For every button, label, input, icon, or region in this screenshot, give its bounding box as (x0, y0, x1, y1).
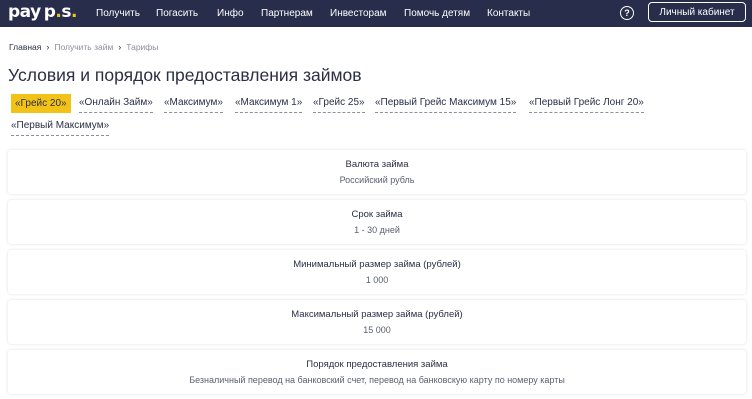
tariff-tab-first-grace-long-20[interactable]: «Первый Грейс Лонг 20» (529, 94, 644, 113)
condition-label: Порядок предоставления займа (306, 359, 448, 370)
condition-value: Российский рубль (339, 175, 415, 185)
condition-label: Срок займа (351, 209, 403, 220)
condition-value: Безналичный перевод на банковский счет, … (189, 375, 565, 385)
tariff-tab-grace-20[interactable]: «Грейс 20» (11, 94, 71, 113)
nav-item-info[interactable]: Инфо (217, 0, 244, 27)
tariff-tab-first-maximum[interactable]: «Первый Максимум» (11, 117, 110, 136)
condition-value: 15 000 (363, 325, 391, 335)
condition-label: Максимальный размер займа (рублей) (291, 309, 463, 320)
nav-item-help-children[interactable]: Помочь детям (404, 0, 470, 27)
condition-card-min-amount: Минимальный размер займа (рублей) 1 000 (8, 250, 746, 294)
help-icon[interactable]: ? (620, 6, 634, 20)
breadcrumb-get-loan[interactable]: Получить займ (54, 42, 113, 52)
tariff-tab-online-loan[interactable]: «Онлайн Займ» (79, 94, 153, 113)
nav-item-repay[interactable]: Погасить (156, 0, 198, 27)
condition-value: 1 - 30 дней (354, 225, 400, 235)
tariff-tab-first-grace-max-15[interactable]: «Первый Грейс Максимум 15» (375, 94, 517, 113)
breadcrumb-current: Тарифы (126, 42, 159, 52)
nav-item-get[interactable]: Получить (96, 0, 140, 27)
paypс-logo[interactable]: pay p.s. (8, 2, 77, 24)
condition-card-currency: Валюта займа Российский рубль (8, 150, 746, 194)
tariff-tab-maximum-1[interactable]: «Максимум 1» (235, 94, 303, 113)
condition-label: Валюта займа (345, 159, 409, 170)
nav-item-contacts[interactable]: Контакты (487, 0, 530, 27)
tariff-tab-grace-25[interactable]: «Грейс 25» (313, 94, 365, 113)
personal-cabinet-button[interactable]: Личный кабинет (648, 2, 746, 22)
condition-value: 1 000 (365, 275, 389, 285)
logo-pay-text: pay (8, 2, 41, 22)
tariff-tab-maximum[interactable]: «Максимум» (164, 94, 223, 113)
top-navigation-bar: pay p.s. Получить Погасить Инфо Партнера… (0, 0, 752, 27)
condition-label: Минимальный размер займа (рублей) (293, 259, 461, 270)
condition-card-term: Срок займа 1 - 30 дней (8, 200, 746, 244)
breadcrumb: Главная › Получить займ › Тарифы (9, 42, 158, 52)
condition-card-max-amount: Максимальный размер займа (рублей) 15 00… (8, 300, 746, 344)
nav-item-partners[interactable]: Партнерам (261, 0, 313, 27)
chevron-right-icon: › (46, 42, 50, 52)
page-title: Условия и порядок предоставления займов (8, 65, 362, 85)
condition-card-procedure: Порядок предоставления займа Безналичный… (8, 350, 746, 394)
breadcrumb-home[interactable]: Главная (9, 42, 41, 52)
logo-ps-text: p.s. (43, 2, 78, 22)
nav-item-investors[interactable]: Инвесторам (330, 0, 387, 27)
chevron-right-icon: › (118, 42, 122, 52)
